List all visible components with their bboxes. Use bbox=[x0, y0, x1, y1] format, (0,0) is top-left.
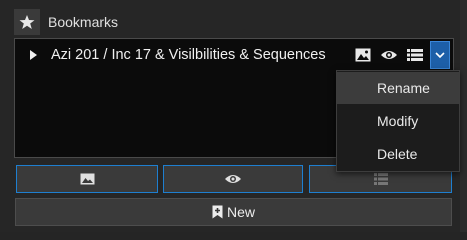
menu-item-delete[interactable]: Delete bbox=[337, 138, 459, 170]
bookmark-row[interactable]: Azi 201 / Inc 17 & Visilbilities & Seque… bbox=[15, 39, 453, 71]
menu-item-rename[interactable]: Rename bbox=[337, 72, 459, 104]
scroll-edge bbox=[460, 0, 467, 232]
bookmark-options-dropdown[interactable] bbox=[430, 41, 450, 69]
bookmark-icon bbox=[212, 205, 223, 219]
eye-icon bbox=[225, 175, 241, 183]
list-icon[interactable] bbox=[405, 45, 425, 65]
eye-icon[interactable] bbox=[379, 45, 399, 65]
list-icon bbox=[373, 173, 388, 185]
new-bookmark-button[interactable]: New bbox=[15, 198, 452, 226]
bookmark-context-menu: Rename Modify Delete bbox=[336, 70, 460, 172]
panel-title: Bookmarks bbox=[48, 14, 119, 30]
image-icon[interactable] bbox=[353, 45, 373, 65]
menu-item-modify[interactable]: Modify bbox=[337, 105, 459, 137]
panel-header: Bookmarks bbox=[14, 8, 454, 36]
add-image-button[interactable] bbox=[16, 165, 158, 193]
new-bookmark-label: New bbox=[226, 204, 255, 220]
star-icon[interactable] bbox=[14, 9, 40, 35]
image-icon bbox=[80, 173, 94, 185]
expand-arrow-icon[interactable] bbox=[29, 49, 41, 61]
bookmarks-panel: Bookmarks Azi 201 / Inc 17 & Visilbiliti… bbox=[0, 0, 467, 232]
bookmark-label: Azi 201 / Inc 17 & Visilbilities & Seque… bbox=[51, 47, 326, 63]
chevron-down-icon bbox=[435, 51, 445, 58]
visibility-button[interactable] bbox=[163, 165, 303, 193]
